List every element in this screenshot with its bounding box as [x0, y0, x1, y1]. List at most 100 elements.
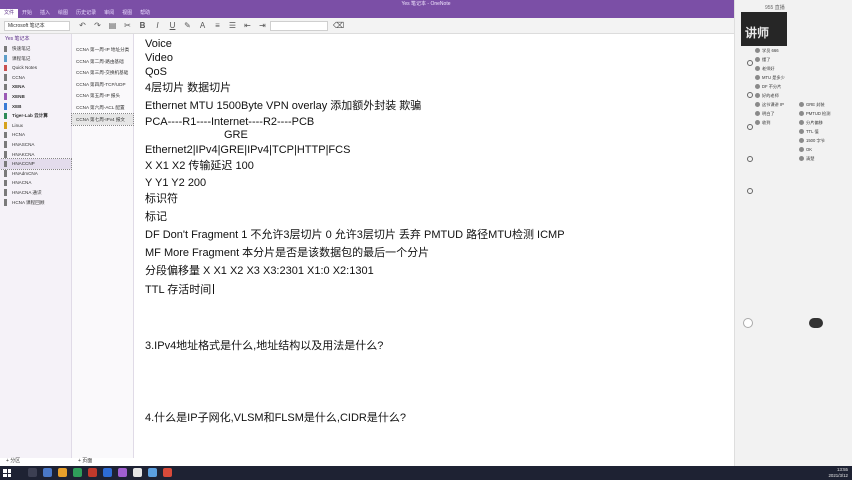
- undo-icon[interactable]: ↶: [78, 21, 87, 30]
- start-icon[interactable]: [3, 469, 11, 477]
- section-label: 快速笔记: [12, 46, 31, 51]
- tab-view[interactable]: 视图: [118, 9, 136, 18]
- font-color-icon[interactable]: A: [198, 21, 207, 30]
- share-icon[interactable]: [747, 124, 753, 130]
- clear-format-icon[interactable]: ⌫: [333, 21, 344, 30]
- chat-message: MTU 是多少: [755, 73, 799, 82]
- question-4[interactable]: 4.什么是IP子网化,VLSM和FLSM是什么,CIDR是什么?: [145, 412, 406, 425]
- bullets-icon[interactable]: ≡: [213, 21, 222, 30]
- chat-text: 分片偏移: [806, 119, 823, 125]
- indent-icon[interactable]: ⇥: [258, 21, 267, 30]
- note-line[interactable]: TTL 存活时间: [145, 284, 211, 296]
- section-tab[interactable]: XEB: [0, 102, 71, 112]
- notebook-header[interactable]: Yes 笔记本: [0, 34, 71, 44]
- note-line[interactable]: QoS: [145, 66, 167, 79]
- note-line[interactable]: Y Y1 Y2 200: [145, 177, 206, 190]
- app-icon[interactable]: [133, 468, 142, 477]
- clipboard-icon[interactable]: ▤: [108, 21, 117, 30]
- note-line[interactable]: 标记: [145, 211, 167, 224]
- section-tab[interactable]: CCNA: [0, 73, 71, 83]
- gift-icon[interactable]: [747, 156, 753, 162]
- tab-review[interactable]: 审阅: [100, 9, 118, 18]
- page-tab[interactable]: CCNA 第六周-ACL 配置: [72, 102, 133, 114]
- add-section-button[interactable]: + 分区: [6, 456, 20, 466]
- note-line[interactable]: X X1 X2 传输延迟 100: [145, 160, 254, 173]
- numbering-icon[interactable]: ☰: [228, 21, 237, 30]
- note-line[interactable]: Ethernet2|IPv4|GRE|IPv4|TCP|HTTP|FCS: [145, 144, 350, 157]
- page-tab[interactable]: CCNA 第一周-IP 地址分类: [72, 44, 133, 56]
- system-tray[interactable]: 13:55 2021/3/12: [828, 467, 848, 479]
- cut-icon[interactable]: ✂: [123, 21, 132, 30]
- redo-icon[interactable]: ↷: [93, 21, 102, 30]
- note-line[interactable]: DF Don't Fragment 1 不允许3层切片 0 允许3层切片 丢弃 …: [145, 229, 565, 242]
- outdent-icon[interactable]: ⇤: [243, 21, 252, 30]
- section-tab[interactable]: 课程笔记: [0, 54, 71, 64]
- italic-icon[interactable]: I: [153, 21, 162, 30]
- section-tab[interactable]: 快速笔记: [0, 44, 71, 54]
- page-tab[interactable]: CCNA 第七周-IPv4 报文: [71, 112, 134, 127]
- chat-message: DF 不分片: [755, 82, 799, 91]
- app-icon[interactable]: [148, 468, 157, 477]
- add-page-button[interactable]: + 页面: [78, 456, 92, 466]
- tab-help[interactable]: 帮助: [136, 9, 154, 18]
- section-tab[interactable]: Linux: [0, 121, 71, 131]
- avatar: [755, 75, 760, 80]
- chat-message: 清楚: [799, 154, 851, 163]
- section-tab[interactable]: HNACCNP: [0, 158, 72, 170]
- like-icon[interactable]: [747, 60, 753, 66]
- onenote-icon[interactable]: [118, 468, 127, 477]
- explorer-icon[interactable]: [43, 468, 52, 477]
- comment-icon[interactable]: [747, 92, 753, 98]
- tab-draw[interactable]: 绘图: [54, 9, 72, 18]
- search-icon[interactable]: [28, 468, 37, 477]
- note-line[interactable]: Video: [145, 52, 173, 65]
- page-tab[interactable]: CCNA 第三周-交换机基础: [72, 67, 133, 79]
- section-tab[interactable]: HNACNA 通识: [0, 188, 71, 198]
- style-selector[interactable]: [270, 21, 328, 31]
- bold-icon[interactable]: B: [138, 21, 147, 30]
- app-icon[interactable]: [88, 468, 97, 477]
- section-tab[interactable]: HNASCNA: [0, 140, 71, 150]
- highlight-icon[interactable]: ✎: [183, 21, 192, 30]
- note-line[interactable]: Ethernet MTU 1500Byte VPN overlay 添加额外封装…: [145, 100, 421, 113]
- section-tab[interactable]: Quick Notes: [0, 63, 71, 73]
- mic-icon[interactable]: [743, 318, 753, 328]
- note-line[interactable]: 分段偏移量 X X1 X2 X3 X3:2301 X1:0 X2:1301: [145, 265, 374, 278]
- chat-text: MTU 是多少: [762, 74, 785, 80]
- question-3[interactable]: 3.IPv4地址格式是什么,地址结构以及用法是什么?: [145, 340, 383, 353]
- section-tab[interactable]: HCNA 课程回顾: [0, 198, 71, 208]
- folder-icon[interactable]: [58, 468, 67, 477]
- underline-icon[interactable]: U: [168, 21, 177, 30]
- section-tab[interactable]: HCNA: [0, 130, 71, 140]
- section-tab[interactable]: XENA: [0, 82, 71, 92]
- notebook-selector[interactable]: Microsoft 笔记本: [4, 21, 70, 31]
- browser-icon[interactable]: [103, 468, 112, 477]
- note-line-cursor[interactable]: TTL 存活时间: [145, 284, 215, 297]
- section-tab[interactable]: HNACNA: [0, 178, 71, 188]
- page-tab[interactable]: CCNA 第二周-路由基础: [72, 56, 133, 68]
- wechat-icon[interactable]: [73, 468, 82, 477]
- tab-history[interactable]: 历史记录: [72, 9, 100, 18]
- app-icon[interactable]: [163, 468, 172, 477]
- note-line[interactable]: 标识符: [145, 193, 178, 206]
- note-line[interactable]: GRE: [224, 129, 248, 142]
- more-icon[interactable]: [747, 188, 753, 194]
- tab-insert[interactable]: 插入: [36, 9, 54, 18]
- page-tab[interactable]: CCNA 第四周-TCP/UDP: [72, 79, 133, 91]
- note-line[interactable]: Voice: [145, 38, 172, 51]
- section-tab[interactable]: HNAdmCNA: [0, 169, 71, 179]
- note-line[interactable]: PCA----R1----Internet----R2----PCB: [145, 116, 314, 129]
- section-tab[interactable]: XENB: [0, 92, 71, 102]
- page-tab[interactable]: CCNA 第五周-IP 报头: [72, 90, 133, 102]
- tab-file[interactable]: 文件: [0, 9, 19, 18]
- send-button[interactable]: [809, 318, 823, 328]
- tab-home[interactable]: 开始: [18, 9, 36, 18]
- note-canvas[interactable]: Voice Video QoS 4层切片 数据切片 Ethernet MTU 1…: [134, 34, 734, 466]
- instructor-video[interactable]: 讲师: [741, 12, 787, 46]
- pages-panel: CCNA 第一周-IP 地址分类 CCNA 第二周-路由基础 CCNA 第三周-交换…: [71, 34, 134, 458]
- note-line[interactable]: 4层切片 数据切片: [145, 82, 231, 95]
- chat-message: OK: [799, 145, 851, 154]
- note-line[interactable]: MF More Fragment 本分片是否是该数据包的最后一个分片: [145, 247, 429, 260]
- section-tab[interactable]: HNAKCNA: [0, 150, 71, 160]
- section-tab[interactable]: Tiger-Lab 云计算: [0, 111, 71, 121]
